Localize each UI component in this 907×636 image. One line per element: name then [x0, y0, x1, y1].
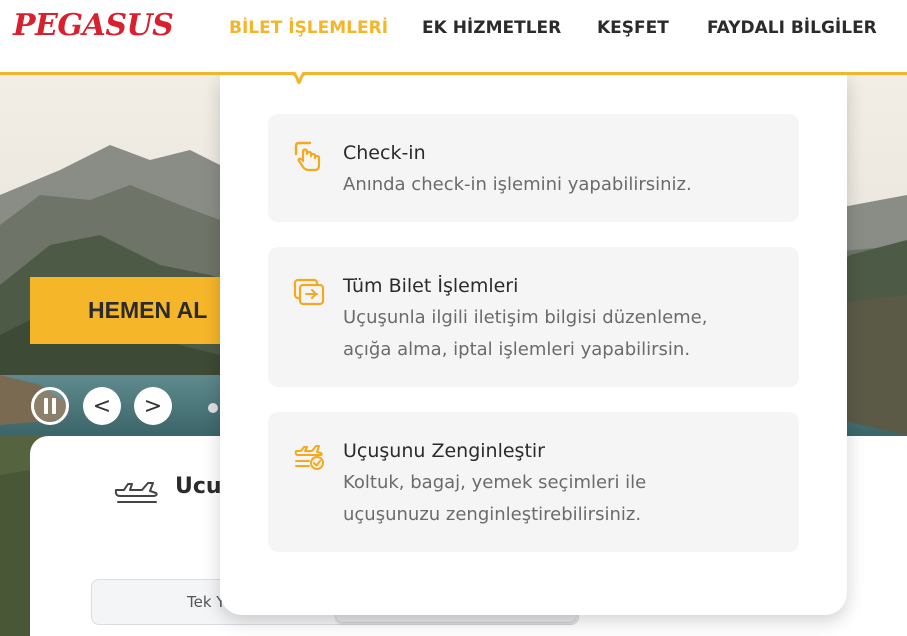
- nav-useful-info[interactable]: FAYDALI BİLGİLER: [707, 18, 877, 38]
- nav-ticket-operations[interactable]: BİLET İŞLEMLERİ: [229, 18, 388, 38]
- pause-button[interactable]: [31, 387, 69, 425]
- plane-takeoff-icon: [114, 482, 158, 503]
- pegasus-logo[interactable]: PEGASUS: [13, 8, 174, 43]
- pause-icon: [44, 398, 48, 414]
- menu-item-enrich-flight[interactable]: Uçuşunu Zenginleştir Koltuk, bagaj, yeme…: [268, 412, 799, 552]
- chevron-left-icon: <: [92, 393, 112, 419]
- enrich-flight-description-line-1: Koltuk, bagaj, yemek seçimleri ile: [343, 472, 647, 493]
- tap-hand-icon: [294, 141, 321, 172]
- all-ticket-operations-title: Tüm Bilet İşlemleri: [343, 275, 519, 297]
- active-nav-pointer: [284, 72, 314, 84]
- plane-check-icon: [294, 445, 324, 470]
- site-header: PEGASUS BİLET İŞLEMLERİ EK HİZMETLER KEŞ…: [0, 0, 907, 72]
- menu-item-all-ticket-operations[interactable]: Tüm Bilet İşlemleri Uçuşunla ilgili ilet…: [268, 247, 799, 387]
- chevron-right-icon: >: [143, 393, 163, 419]
- all-ticket-operations-description-line-1: Uçuşunla ilgili iletişim bilgisi düzenle…: [343, 307, 708, 328]
- next-slide-button[interactable]: >: [134, 387, 172, 425]
- pause-icon-bar: [52, 398, 56, 414]
- nav-discover[interactable]: KEŞFET: [597, 18, 669, 38]
- check-in-description: Anında check-in işlemini yapabilirsiniz.: [343, 174, 692, 195]
- slide-indicator-dot[interactable]: [208, 403, 218, 413]
- ticket-operations-dropdown: Check-in Anında check-in işlemini yapabi…: [220, 75, 847, 615]
- nav-extra-services[interactable]: EK HİZMETLER: [422, 18, 561, 38]
- all-ticket-operations-description-line-2: açığa alma, iptal işlemleri yapabilirsin…: [343, 339, 691, 360]
- enrich-flight-description-line-2: uçuşunuzu zenginleştirebilirsiniz.: [343, 504, 642, 525]
- prev-slide-button[interactable]: <: [83, 387, 121, 425]
- header-accent-line: [0, 72, 907, 75]
- check-in-title: Check-in: [343, 142, 426, 164]
- tickets-icon: [293, 278, 325, 306]
- enrich-flight-title: Uçuşunu Zenginleştir: [343, 440, 545, 462]
- buy-now-button[interactable]: HEMEN AL: [30, 277, 230, 344]
- menu-item-check-in[interactable]: Check-in Anında check-in işlemini yapabi…: [268, 114, 799, 222]
